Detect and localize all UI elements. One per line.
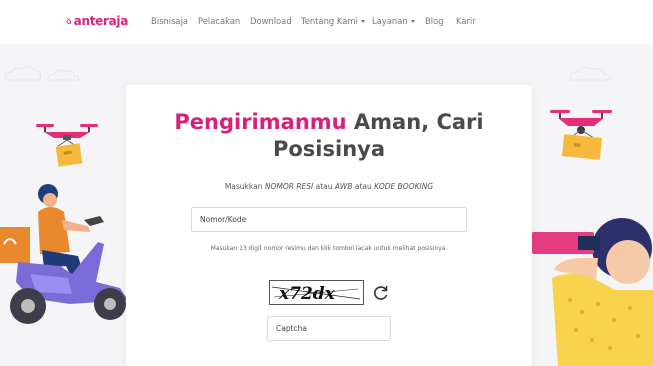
nav-item-download[interactable]: Download [250,16,292,26]
nav-item-tentang-kami[interactable]: Tentang Kami [301,16,365,26]
nav-item-pelacakan[interactable]: Pelacakan [198,16,240,26]
drone-package-illustration-right [550,110,612,160]
tracking-hint: Masukan 13 digit nomor resimu dan klik t… [210,245,448,252]
courier-scooter-illustration [0,184,128,324]
title-highlight: Pengirimanmu [174,110,347,134]
drone-package-illustration-left [36,124,98,167]
captcha-graphic: x72dx [271,284,361,304]
captcha-placeholder: Captcha [276,324,308,333]
refresh-captcha-icon[interactable] [372,284,390,302]
title-line2: Posisinya [272,137,386,161]
anteraja-logo-icon [66,17,72,25]
subtitle-booking: KODE BOOKING [374,182,434,191]
tracking-number-placeholder: Nomor/Kode [200,215,247,224]
top-navbar: anteraja Bisnisaja Pelacakan Download Te… [0,0,653,44]
page-title: Pengirimanmu Aman, Cari Posisinya [126,109,532,163]
tracking-number-input[interactable]: Nomor/Kode [191,207,467,232]
tracking-subtitle: Masukkan NOMOR RESI atau AWB atau KODE B… [126,182,532,191]
captcha-input[interactable]: Captcha [267,316,391,341]
nav-item-bisnisaja[interactable]: Bisnisaja [151,16,188,26]
nav-item-layanan[interactable]: Layanan [372,16,415,26]
tracking-card: Pengirimanmu Aman, Cari Posisinya Masukk… [126,85,532,366]
subtitle-connector: atau [352,182,375,191]
cloud-decoration-right [569,67,611,81]
subtitle-resi: NOMOR RESI [264,182,314,191]
caret-down-icon [410,20,415,23]
nav-item-blog[interactable]: Blog [425,16,444,26]
title-rest: Aman, Cari [346,110,484,134]
anteraja-logo[interactable]: anteraja [66,9,128,33]
subtitle-prefix: Masukkan [224,182,265,191]
captcha-text: x72dx [278,284,336,304]
nav-item-label: Layanan [372,16,408,26]
cloud-decoration-left [5,66,79,81]
person-binoculars-illustration [518,218,653,366]
subtitle-awb: AWB [334,182,353,191]
caret-down-icon [360,20,365,23]
captcha-image: x72dx [269,280,364,305]
brand-name: anteraja [73,14,129,28]
subtitle-connector: atau [313,182,335,191]
nav-item-karir[interactable]: Karir [456,16,476,26]
nav-item-label: Tentang Kami [301,16,358,26]
